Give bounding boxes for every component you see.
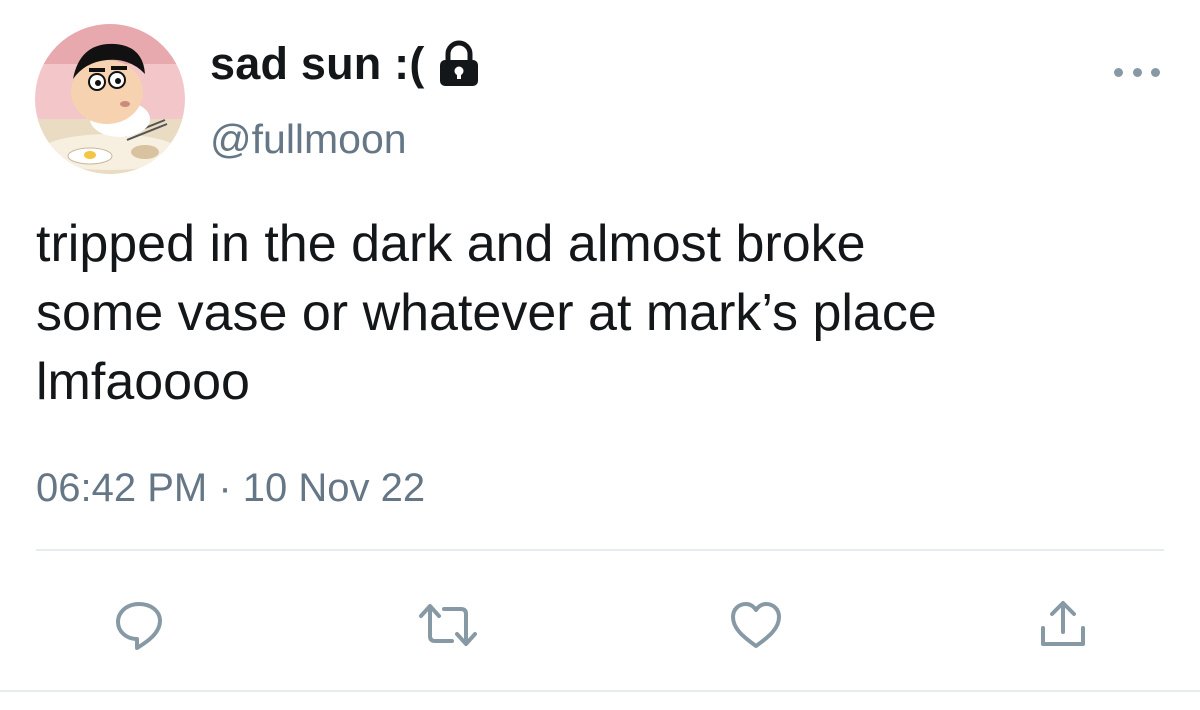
heart-icon	[731, 602, 781, 648]
reply-icon	[116, 602, 162, 650]
lock-icon	[435, 40, 483, 88]
share-button[interactable]	[1036, 598, 1086, 648]
divider	[36, 549, 1164, 551]
display-name[interactable]: sad sun :(	[210, 38, 425, 90]
avatar-image	[35, 24, 185, 174]
retweet-icon	[419, 604, 477, 646]
tweet-card: sad sun :( @fullmoon tripped in the dark…	[0, 0, 1200, 710]
more-options-icon[interactable]	[1114, 62, 1160, 82]
tweet-text: tripped in the dark and almost broke som…	[36, 215, 937, 411]
retweet-button[interactable]	[418, 598, 477, 648]
tweet-timestamp[interactable]: 06:42 PM · 10 Nov 22	[36, 466, 425, 511]
user-handle[interactable]: @fullmoon	[210, 116, 407, 163]
avatar[interactable]	[35, 24, 185, 174]
display-name-row: sad sun :(	[210, 38, 483, 90]
reply-button[interactable]	[112, 598, 162, 650]
share-icon	[1041, 601, 1085, 646]
divider-bottom	[0, 690, 1200, 692]
like-button[interactable]	[728, 598, 781, 648]
